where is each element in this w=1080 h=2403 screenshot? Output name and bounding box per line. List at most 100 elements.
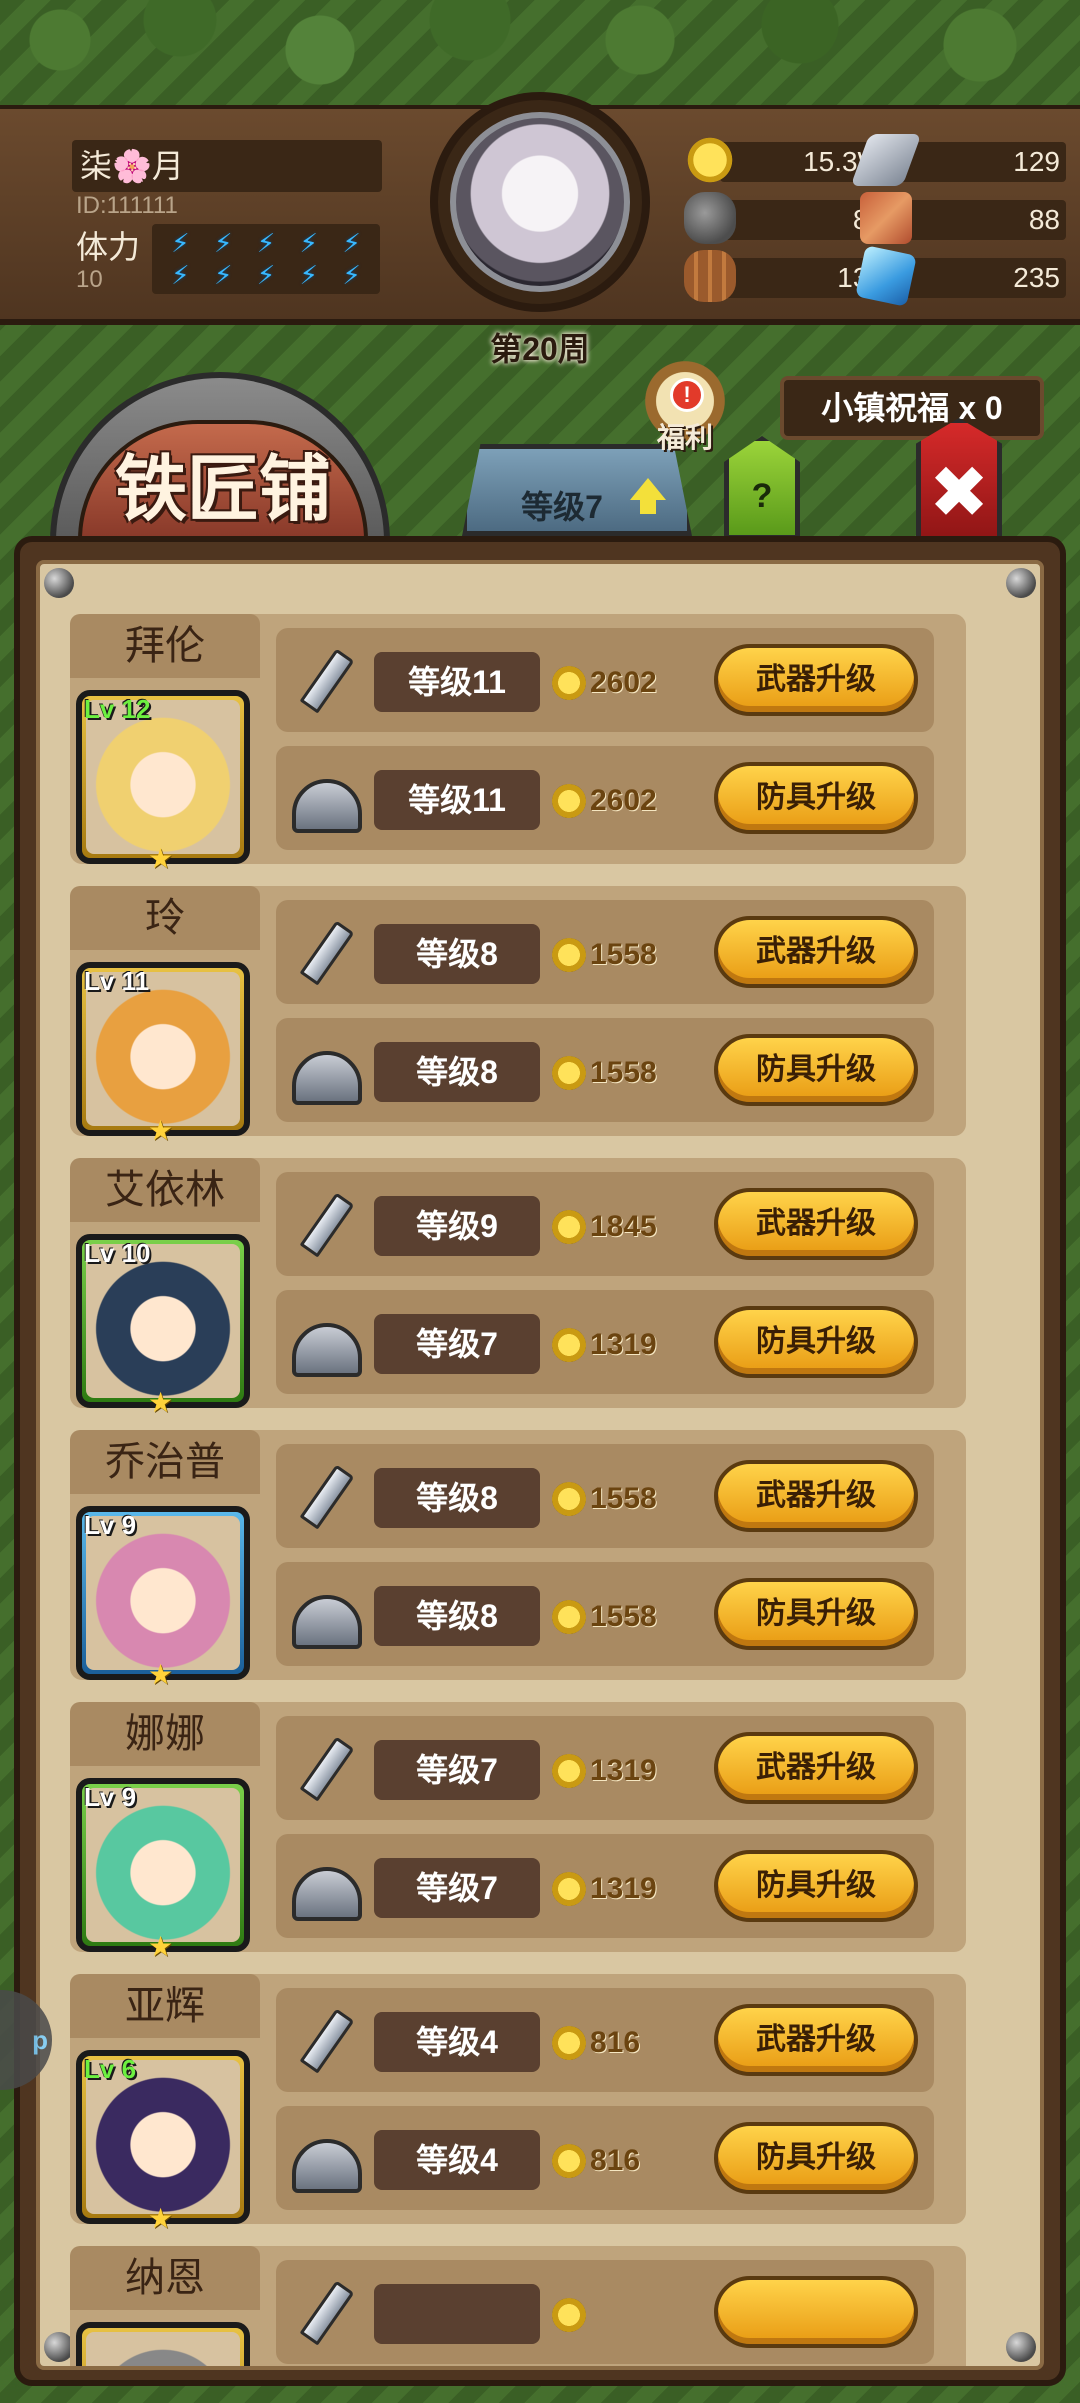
resource-crystal: 235 — [855, 245, 1070, 307]
hero-avatar[interactable] — [76, 2322, 250, 2366]
armor-cost: 1558 — [590, 1600, 657, 1633]
hero-list[interactable]: 拜伦 Lv 12 ★ 等级11 2602 武器升级 等级11 2602 防具升级… — [70, 614, 1018, 2366]
coin-icon — [552, 666, 586, 700]
hero-name: 娜娜 — [70, 1702, 260, 1766]
side-tab[interactable]: p — [0, 1990, 52, 2090]
armor-level: 等级8 — [374, 1586, 540, 1646]
weapon-row: 等级11 2602 武器升级 — [276, 628, 934, 732]
armor-row: 等级8 1558 防具升级 — [276, 1018, 934, 1122]
close-button[interactable]: ✖ — [916, 418, 1002, 546]
weapon-upgrade-button[interactable] — [714, 2276, 918, 2348]
weapon-cost: 2602 — [590, 666, 657, 699]
armor-row: 等级4 816 防具升级 — [276, 2106, 934, 2210]
weapon-row: 等级8 1558 武器升级 — [276, 1444, 934, 1548]
weapon-upgrade-button[interactable]: 武器升级 — [714, 1732, 918, 1804]
weapon-row: 等级9 1845 武器升级 — [276, 1172, 934, 1276]
sword-icon — [292, 1190, 362, 1260]
hero-level-badge: Lv 11 — [84, 966, 150, 996]
armor-cost: 1319 — [590, 1328, 657, 1361]
lightning-bolt-icon: ⚡ — [256, 260, 276, 290]
hero-name: 玲 — [70, 886, 260, 950]
armor-upgrade-button[interactable]: 防具升级 — [714, 1578, 918, 1650]
weapon-upgrade-button[interactable]: 武器升级 — [714, 2004, 918, 2076]
weapon-level: 等级8 — [374, 1468, 540, 1528]
armor-upgrade-button[interactable]: 防具升级 — [714, 2122, 918, 2194]
armor-upgrade-button[interactable]: 防具升级 — [714, 1034, 918, 1106]
star-icon: ★ — [148, 1115, 174, 1146]
sword-icon — [292, 2278, 362, 2348]
weapon-level: 等级4 — [374, 2012, 540, 2072]
stamina-bolts: ⚡ ⚡ ⚡ ⚡ ⚡ ⚡ ⚡ ⚡ ⚡ ⚡ — [152, 224, 380, 294]
coin-icon — [552, 1056, 586, 1090]
hero-card: 拜伦 Lv 12 ★ 等级11 2602 武器升级 等级11 2602 防具升级 — [70, 614, 966, 874]
armor-row: 等级8 1558 防具升级 — [276, 1562, 934, 1666]
armor-upgrade-button[interactable]: 防具升级 — [714, 1306, 918, 1378]
weapon-cost: 1845 — [590, 1210, 657, 1243]
coin-icon — [684, 134, 736, 186]
weapon-upgrade-button[interactable]: 武器升级 — [714, 1188, 918, 1260]
armor-level: 等级8 — [374, 1042, 540, 1102]
hero-card: 纳恩 ★ — [70, 2246, 966, 2366]
rivet — [1006, 568, 1036, 598]
sword-icon — [292, 646, 362, 716]
lightning-bolt-icon: ⚡ — [171, 228, 190, 258]
lightning-bolt-icon: ⚡ — [342, 228, 361, 258]
armor-upgrade-button[interactable]: 防具升级 — [714, 762, 918, 834]
hero-level-badge: Lv 9 — [84, 1782, 137, 1812]
hero-card: 玲 Lv 11 ★ 等级8 1558 武器升级 等级8 1558 防具升级 — [70, 886, 966, 1146]
hero-card: 亚辉 Lv 6 ★ 等级4 816 武器升级 等级4 816 防具升级 — [70, 1974, 966, 2234]
armor-level: 等级11 — [374, 770, 540, 830]
wood-log-icon — [684, 250, 736, 302]
hero-name: 亚辉 — [70, 1974, 260, 2038]
armor-cost: 2602 — [590, 784, 657, 817]
star-icon: ★ — [148, 1659, 174, 1690]
hero-name: 艾依林 — [70, 1158, 260, 1222]
level-up-arrow-stem — [640, 498, 656, 514]
hero-card: 娜娜 Lv 9 ★ 等级7 1319 武器升级 等级7 1319 防具升级 — [70, 1702, 966, 1962]
armor-row: 等级11 2602 防具升级 — [276, 746, 934, 850]
lightning-bolt-icon: ⚡ — [171, 260, 190, 290]
stamina-value: 10 — [76, 266, 103, 293]
coin-icon — [552, 1482, 586, 1516]
welfare-label: 福利 — [656, 422, 713, 453]
helmet-icon — [292, 764, 362, 834]
weapon-upgrade-button[interactable]: 武器升级 — [714, 644, 918, 716]
hero-level-badge: Lv 12 — [84, 694, 151, 724]
hero-level-badge: Lv 9 — [84, 1510, 137, 1540]
armor-level: 等级7 — [374, 1314, 540, 1374]
helmet-icon — [292, 2124, 362, 2194]
lightning-bolt-icon: ⚡ — [214, 260, 233, 290]
sword-icon — [292, 918, 362, 988]
coin-icon — [552, 1600, 586, 1634]
coin-icon — [552, 938, 586, 972]
lightning-bolt-icon: ⚡ — [299, 260, 318, 290]
armor-upgrade-button[interactable]: 防具升级 — [714, 1850, 918, 1922]
weapon-upgrade-button[interactable]: 武器升级 — [714, 1460, 918, 1532]
player-portrait[interactable] — [430, 92, 650, 312]
armor-cost: 1558 — [590, 1056, 657, 1089]
weapon-cost: 816 — [590, 2026, 641, 2059]
star-icon: ★ — [148, 2203, 174, 2234]
hero-name: 纳恩 — [70, 2246, 260, 2310]
coin-icon — [552, 1328, 586, 1362]
armor-level: 等级7 — [374, 1858, 540, 1918]
armor-cost: 816 — [590, 2144, 641, 2177]
weapon-level: 等级7 — [374, 1740, 540, 1800]
coin-icon — [552, 1872, 586, 1906]
hero-card: 乔治普 Lv 9 ★ 等级8 1558 武器升级 等级8 1558 防具升级 — [70, 1430, 966, 1690]
lightning-bolt-icon: ⚡ — [214, 228, 233, 258]
weapon-upgrade-button[interactable]: 武器升级 — [714, 916, 918, 988]
hide-icon — [860, 192, 912, 244]
sword-icon — [292, 1462, 362, 1532]
lightning-bolt-icon: ⚡ — [299, 228, 318, 258]
hero-name: 拜伦 — [70, 614, 260, 678]
resource-iron: 129 — [850, 134, 1070, 186]
weapon-cost: 1558 — [590, 1482, 657, 1515]
star-icon: ★ — [148, 1931, 174, 1962]
armor-cost: 1319 — [590, 1872, 657, 1905]
helmet-icon — [292, 1036, 362, 1106]
coin-icon — [552, 2144, 586, 2178]
hero-list-panel[interactable]: 拜伦 Lv 12 ★ 等级11 2602 武器升级 等级11 2602 防具升级… — [36, 560, 1044, 2370]
player-name: 柒🌸月 — [72, 140, 382, 192]
hero-level-badge: Lv 10 — [84, 1238, 151, 1268]
